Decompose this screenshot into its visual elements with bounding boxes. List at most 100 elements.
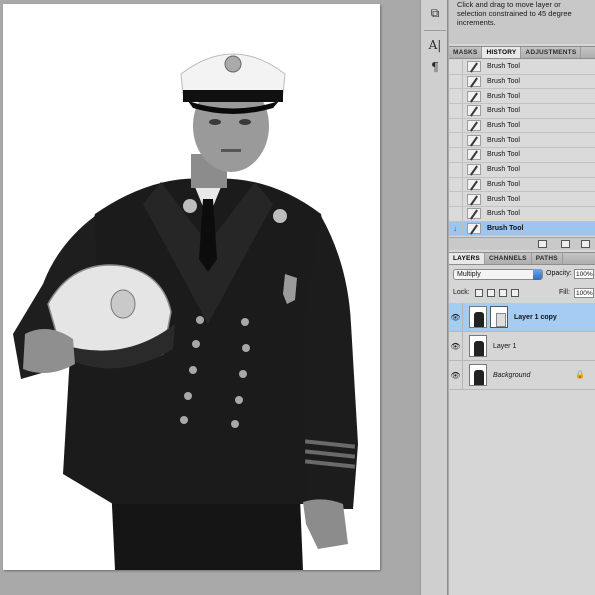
history-item-label: Brush Tool	[487, 151, 520, 159]
blend-mode-select[interactable]: Multiply	[453, 269, 543, 280]
history-item[interactable]: Brush Tool	[449, 192, 595, 207]
brush-icon	[467, 61, 481, 73]
lock-all-icon[interactable]	[511, 289, 519, 297]
history-source-checkbox[interactable]	[451, 192, 463, 206]
history-item[interactable]: Brush Tool	[449, 60, 595, 75]
brush-icon	[467, 105, 481, 117]
layer-thumbnail	[469, 306, 487, 328]
tool-hint-box: Click and drag to move layer or selectio…	[449, 0, 595, 44]
history-source-checkbox[interactable]	[451, 60, 463, 74]
history-item-label: Brush Tool	[487, 122, 520, 130]
history-item[interactable]: Brush Tool	[449, 133, 595, 149]
layer-name[interactable]: Layer 1 copy	[514, 314, 557, 321]
character-panel-icon[interactable]: A|	[425, 36, 445, 54]
history-source-checkbox[interactable]	[451, 133, 463, 148]
brush-icon	[467, 208, 481, 220]
history-source-checkbox[interactable]	[451, 206, 463, 221]
layer-name[interactable]: Background	[493, 372, 530, 379]
collapsed-panel-strip: ⧉ A| ¶	[420, 0, 448, 595]
history-source-checkbox[interactable]	[451, 89, 463, 104]
eye-icon[interactable]: 👁	[449, 361, 463, 389]
history-item[interactable]: Brush Tool	[449, 177, 595, 193]
history-item[interactable]: Brush Tool	[449, 162, 595, 178]
lock-icon: 🔒	[575, 370, 585, 379]
brush-icon	[467, 222, 481, 234]
history-item[interactable]: Brush Tool	[449, 89, 595, 105]
brush-icon	[467, 76, 481, 88]
trash-icon[interactable]	[581, 240, 590, 248]
history-list: Brush Tool Brush Tool Brush Tool Brush T…	[449, 60, 595, 237]
history-source-checkbox[interactable]: ↓	[451, 221, 463, 236]
tab-layers[interactable]: LAYERS	[449, 253, 485, 264]
layer-row-layer-1-copy[interactable]: 👁 Layer 1 copy	[449, 303, 595, 332]
layer-name[interactable]: Layer 1	[493, 343, 516, 350]
brush-icon	[467, 134, 481, 146]
fill-field[interactable]: 100%	[574, 288, 594, 298]
new-document-from-state-icon[interactable]	[538, 240, 547, 248]
history-item-label: Brush Tool	[487, 166, 520, 174]
history-footer	[449, 237, 595, 250]
layers-list: 👁 Layer 1 copy 👁 Layer 1 👁 Background 🔒	[449, 303, 595, 390]
history-item-label: Brush Tool	[487, 180, 520, 188]
history-item-label: Brush Tool	[487, 63, 520, 71]
history-item-current[interactable]: ↓ Brush Tool	[449, 221, 595, 237]
history-item[interactable]: Brush Tool	[449, 148, 595, 163]
tab-history[interactable]: HISTORY	[482, 47, 522, 58]
history-source-checkbox[interactable]	[451, 104, 463, 118]
eye-icon[interactable]: 👁	[449, 332, 463, 360]
history-source-checkbox[interactable]	[451, 148, 463, 162]
history-source-checkbox[interactable]	[451, 177, 463, 192]
history-source-checkbox[interactable]	[451, 162, 463, 177]
history-item[interactable]: Brush Tool	[449, 206, 595, 222]
tool-hint-text: Click and drag to move layer or selectio…	[457, 0, 572, 27]
history-item[interactable]: Brush Tool	[449, 118, 595, 134]
tab-paths[interactable]: PATHS	[532, 253, 563, 264]
history-item-label: Brush Tool	[487, 224, 524, 232]
layer-thumbnail	[469, 335, 487, 357]
brush-icon	[467, 193, 481, 205]
strip-divider	[424, 30, 446, 31]
history-brush-source-icon: ↓	[453, 223, 457, 233]
history-item-label: Brush Tool	[487, 78, 520, 86]
lock-position-move-icon[interactable]	[499, 289, 507, 297]
history-item-label: Brush Tool	[487, 210, 520, 218]
blend-mode-value: Multiply	[457, 271, 481, 278]
history-source-checkbox[interactable]	[451, 118, 463, 133]
history-item-label: Brush Tool	[487, 92, 520, 100]
brush-icon	[467, 149, 481, 161]
history-item[interactable]: Brush Tool	[449, 74, 595, 90]
paragraph-panel-icon[interactable]: ¶	[425, 58, 445, 76]
brush-icon	[467, 178, 481, 190]
tab-adjustments[interactable]: ADJUSTMENTS	[521, 47, 582, 58]
eye-icon[interactable]: 👁	[449, 303, 463, 331]
document-canvas[interactable]	[3, 4, 380, 570]
opacity-field[interactable]: 100%	[574, 269, 594, 279]
history-source-checkbox[interactable]	[451, 74, 463, 89]
tool-preset-icon[interactable]: ⧉	[425, 4, 445, 22]
opacity-label: Opacity:	[546, 270, 572, 277]
tab-channels[interactable]: CHANNELS	[485, 253, 532, 264]
history-item-label: Brush Tool	[487, 136, 520, 144]
lock-image-brush-icon[interactable]	[487, 289, 495, 297]
chevron-updown-icon	[533, 269, 542, 280]
layer-row-background[interactable]: 👁 Background 🔒	[449, 361, 595, 390]
lock-label: Lock:	[453, 289, 470, 296]
tab-masks[interactable]: MASKS	[449, 47, 483, 58]
canvas-area[interactable]	[0, 0, 447, 595]
brush-icon	[467, 164, 481, 176]
history-item-label: Brush Tool	[487, 107, 520, 115]
layers-controls: Multiply Opacity: 100% Lock: Fill: 100%	[449, 265, 595, 301]
brush-icon	[467, 120, 481, 132]
panels-column: Click and drag to move layer or selectio…	[449, 0, 595, 595]
history-panel-tabs: MASKS HISTORY ADJUSTMENTS	[449, 46, 595, 59]
history-item[interactable]: Brush Tool	[449, 104, 595, 119]
layer-mask-thumbnail[interactable]	[490, 306, 508, 328]
camera-snapshot-icon[interactable]	[561, 240, 570, 248]
fill-label: Fill:	[559, 289, 570, 296]
firefighter-photo	[13, 53, 358, 570]
lock-transparent-icon[interactable]	[475, 289, 483, 297]
brush-icon	[467, 90, 481, 102]
layers-panel-tabs: LAYERS CHANNELS PATHS	[449, 252, 595, 265]
layer-row-layer-1[interactable]: 👁 Layer 1	[449, 332, 595, 361]
layer-thumbnail	[469, 364, 487, 386]
